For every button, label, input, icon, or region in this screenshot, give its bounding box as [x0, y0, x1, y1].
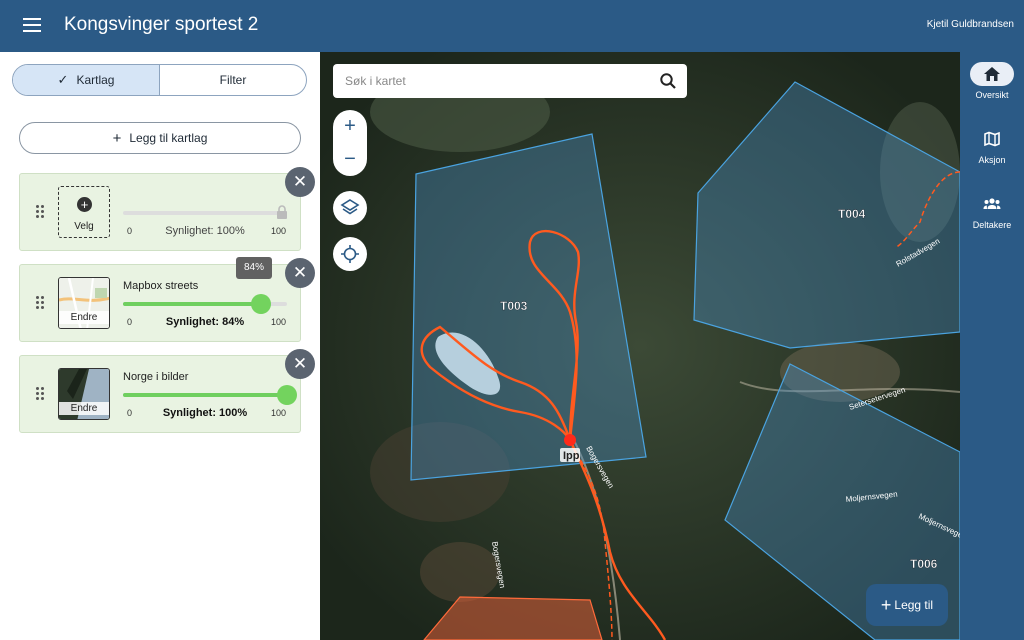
visibility-label: Synlighet: 100% [165, 225, 245, 237]
opacity-fill [123, 393, 287, 397]
opacity-slider[interactable] [123, 385, 297, 405]
opacity-knob[interactable] [277, 385, 297, 405]
zoom-out-button[interactable]: − [333, 143, 367, 176]
add-layer-button[interactable]: + Legg til kartlag [19, 122, 301, 154]
navigation-rail: Oversikt Aksjon Deltakere [960, 52, 1024, 640]
plus-icon: + [112, 129, 122, 147]
rail-item-oversikt[interactable]: Oversikt [960, 62, 1024, 100]
opacity-fill [123, 302, 261, 306]
tab-kartlag[interactable]: ✓ Kartlag [13, 65, 160, 95]
crosshair-icon [341, 245, 359, 263]
rail-item-deltakere[interactable]: Deltakere [960, 192, 1024, 230]
slider-max-label: 100 [271, 317, 287, 327]
layers-panel: ✓ Kartlag Filter + Legg til kartlag [0, 52, 320, 640]
home-icon [984, 67, 1000, 81]
layers-button[interactable] [333, 191, 367, 225]
search-input[interactable] [345, 72, 645, 90]
opacity-slider[interactable] [123, 294, 287, 314]
ipp-marker[interactable] [564, 434, 576, 446]
opacity-knob[interactable] [251, 294, 271, 314]
tab-kartlag-label: Kartlag [76, 73, 115, 87]
map-canvas[interactable]: Ipp T003 T004 T006 Rolstadvegen Seterset… [320, 52, 960, 640]
rail-item-aksjon[interactable]: Aksjon [960, 127, 1024, 165]
panel-tabs: ✓ Kartlag Filter [12, 64, 307, 96]
zoom-control: + − [333, 110, 367, 176]
tab-filter[interactable]: Filter [160, 65, 306, 95]
add-layer-label: Legg til kartlag [129, 131, 208, 145]
area-label-t006: T006 [910, 557, 938, 571]
layer-card: + Velg 0 Synlighet: 100% 100 ✕ [19, 167, 315, 251]
search-icon[interactable] [659, 72, 677, 90]
opacity-slider[interactable] [123, 205, 287, 219]
app-title: Kongsvinger sportest 2 [64, 14, 259, 35]
area-label-t004: T004 [838, 207, 866, 221]
plus-icon: + [880, 594, 892, 615]
zoom-in-button[interactable]: + [333, 110, 367, 143]
add-button-label: Legg til [894, 598, 934, 612]
drag-handle-icon[interactable] [36, 387, 44, 401]
top-app-bar: Kongsvinger sportest 2 Kjetil Guldbrands… [0, 0, 1024, 52]
add-circle-icon: + [77, 197, 92, 212]
check-icon: ✓ [57, 72, 69, 87]
add-button[interactable]: + Legg til [866, 584, 948, 626]
drag-handle-icon[interactable] [36, 296, 44, 310]
slider-max-label: 100 [271, 226, 287, 236]
remove-layer-button[interactable]: ✕ [285, 167, 315, 197]
rail-label: Deltakere [972, 220, 1012, 230]
opacity-tooltip: 84% [236, 257, 272, 279]
lock-icon [275, 204, 289, 220]
remove-layer-button[interactable]: ✕ [285, 258, 315, 288]
layers-icon [340, 199, 360, 215]
layer-name: Norge i bilder [123, 371, 189, 383]
visibility-label: Synlighet: 100% [162, 407, 248, 419]
ipp-label: Ipp [563, 450, 580, 462]
layer-card: Endre Norge i bilder 0 Synlighet: 100% 1… [19, 349, 315, 433]
map-search [333, 64, 687, 98]
visibility-label: Synlighet: 84% [165, 316, 245, 328]
area-label-t003: T003 [500, 299, 528, 313]
tab-filter-label: Filter [219, 73, 247, 87]
locate-button[interactable] [333, 237, 367, 271]
drag-handle-icon[interactable] [36, 205, 44, 219]
remove-layer-button[interactable]: ✕ [285, 349, 315, 379]
layer-name: Mapbox streets [123, 280, 199, 292]
slider-max-label: 100 [271, 408, 287, 418]
user-name[interactable]: Kjetil Guldbrandsen [927, 19, 1014, 30]
rail-label: Oversikt [975, 90, 1009, 100]
rail-label: Aksjon [978, 155, 1006, 165]
people-icon [983, 198, 1001, 209]
menu-icon[interactable] [18, 14, 46, 38]
map-layer: Ipp T003 T004 T006 Rolstadvegen Seterset… [320, 52, 960, 640]
map-icon [984, 131, 1000, 147]
